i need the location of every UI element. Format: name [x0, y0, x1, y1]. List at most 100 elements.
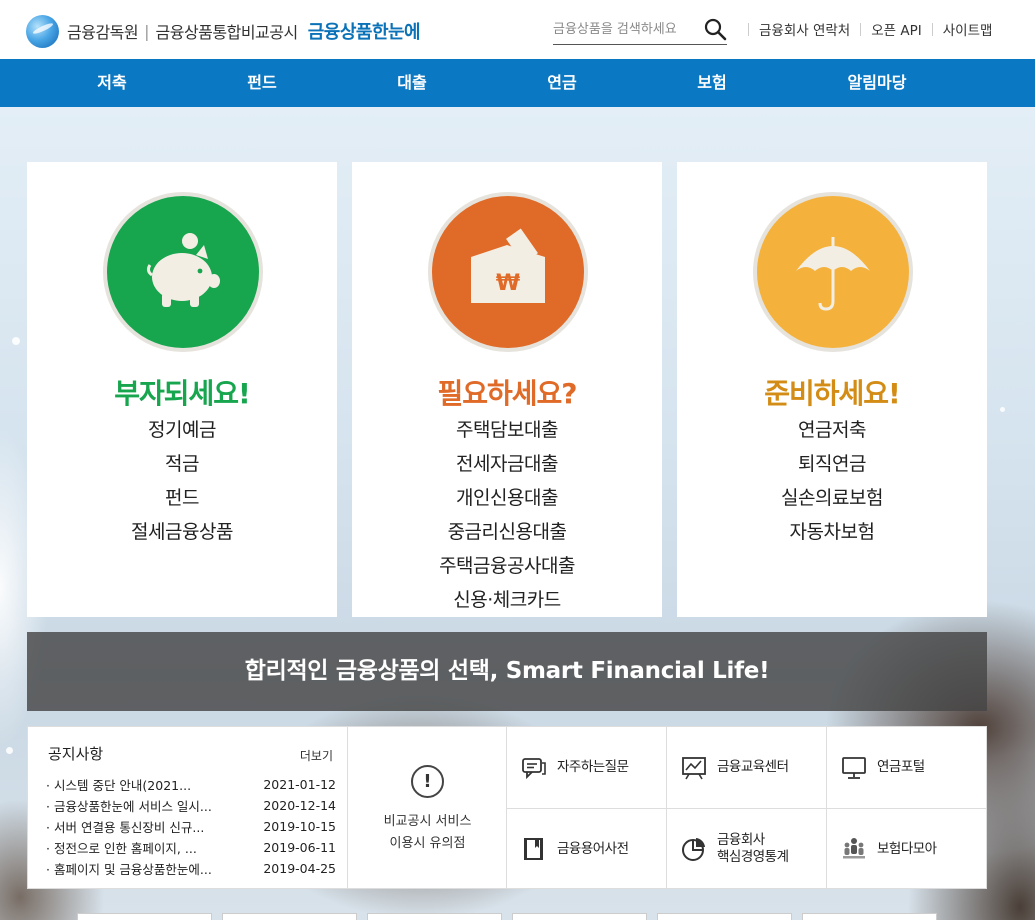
- card-loans-circle[interactable]: ₩: [428, 192, 588, 352]
- product-link[interactable]: 실손의료보험: [677, 481, 987, 515]
- sitemap-link[interactable]: 사이트맵: [943, 19, 993, 39]
- card-loans-title: 필요하세요?: [437, 377, 577, 410]
- service-name: 금융상품통합비교공시: [155, 23, 299, 42]
- utility-links: 금융회사 연락처 오픈 API 사이트맵: [738, 19, 992, 39]
- list-item: 서버 연결용 통신장비 신규... 2019-10-15: [46, 816, 336, 837]
- umbrella-icon: [796, 237, 870, 311]
- list-item: 금융상품한눈에 서비스 일시... 2020-12-14: [46, 795, 336, 816]
- chat-icon: [522, 757, 546, 779]
- chart-board-icon: [682, 756, 706, 779]
- partner-banner[interactable]: [657, 913, 792, 920]
- product-link[interactable]: 신용·체크카드: [352, 583, 662, 617]
- card-savings-circle[interactable]: [103, 192, 263, 352]
- notice-date: 2019-10-15: [263, 819, 336, 834]
- education-center-label: 금융교육센터: [717, 759, 789, 775]
- list-item: 정전으로 인한 홈페이지, ... 2019-06-11: [46, 837, 336, 858]
- service-caution-button[interactable]: ! 비교공시 서비스 이용시 유의점: [348, 727, 507, 888]
- faq-label: 자주하는질문: [557, 759, 629, 775]
- util-divider: [748, 22, 749, 36]
- partner-banner[interactable]: [222, 913, 357, 920]
- notice-link[interactable]: 서버 연결용 통신장비 신규...: [46, 817, 246, 836]
- main-nav: 저축 펀드 대출 연금 보험 알림마당: [0, 59, 1035, 107]
- product-link[interactable]: 중금리신용대출: [352, 515, 662, 549]
- glossary-label: 금융용어사전: [557, 840, 629, 857]
- nav-savings[interactable]: 저축: [52, 59, 172, 107]
- site-logo[interactable]: 금융감독원 | 금융상품통합비교공시 금융상품한눈에: [26, 14, 421, 48]
- people-icon: [843, 838, 865, 859]
- notice-title: 공지사항: [48, 745, 104, 763]
- nav-funds[interactable]: 펀드: [202, 59, 322, 107]
- svg-text:₩: ₩: [496, 271, 520, 296]
- bottom-panel: 공지사항 더보기 시스템 중단 안내(2021... 2021-01-12 금융상…: [27, 726, 987, 889]
- product-link[interactable]: 펀드: [27, 481, 337, 515]
- search-box: [553, 14, 727, 45]
- piggy-bank-icon: [146, 233, 220, 307]
- service-caution-line-1: 비교공시 서비스: [383, 814, 472, 829]
- card-pension: 준비하세요! 연금저축 퇴직연금 실손의료보험 자동차보험: [677, 162, 987, 617]
- nav-insurance[interactable]: 보험: [652, 59, 772, 107]
- notice-date: 2020-12-14: [263, 798, 336, 813]
- product-link[interactable]: 정기예금: [27, 413, 337, 447]
- search-input[interactable]: [553, 21, 693, 37]
- management-stats-line-1: 금융회사: [717, 832, 765, 848]
- glossary-button[interactable]: 금융용어사전: [507, 808, 667, 889]
- top-header: 금융감독원 | 금융상품통합비교공시 금융상품한눈에 금융회사 연락처 오픈 A…: [0, 0, 1035, 59]
- util-divider: [860, 22, 862, 36]
- logo-divider: |: [144, 21, 150, 41]
- product-link[interactable]: 주택금융공사대출: [352, 549, 662, 583]
- pension-portal-button[interactable]: 연금포털: [827, 727, 987, 808]
- org-name: 금융감독원: [67, 23, 139, 42]
- card-pension-title: 준비하세요!: [764, 377, 901, 410]
- card-pension-circle[interactable]: [753, 192, 913, 352]
- product-link[interactable]: 개인신용대출: [352, 481, 662, 515]
- product-link[interactable]: 연금저축: [677, 413, 987, 447]
- partner-banner[interactable]: [512, 913, 647, 920]
- notice-link[interactable]: 시스템 중단 안내(2021...: [46, 775, 246, 794]
- notice-list: 시스템 중단 안내(2021... 2021-01-12 금융상품한눈에 서비스 …: [46, 774, 336, 879]
- fss-logo-icon: [26, 14, 59, 48]
- notice-date: 2019-04-25: [263, 861, 336, 876]
- nav-notice-board[interactable]: 알림마당: [817, 59, 937, 107]
- partner-banner[interactable]: [802, 913, 937, 920]
- management-stats-label: 금융회사 핵심경영통계: [717, 832, 789, 866]
- more-link[interactable]: 더보기: [300, 747, 333, 764]
- exclamation-icon: !: [411, 765, 444, 798]
- nav-loans[interactable]: 대출: [352, 59, 472, 107]
- snowflake: [6, 747, 13, 754]
- card-loans: ₩ 필요하세요? 주택담보대출 전세자금대출 개인신용대출 중금리신용대출 주택…: [352, 162, 662, 617]
- pension-portal-label: 연금포털: [877, 759, 925, 775]
- insurance-damoa-button[interactable]: 보험다모아: [827, 808, 987, 889]
- product-link[interactable]: 적금: [27, 447, 337, 481]
- education-center-button[interactable]: 금융교육센터: [667, 727, 827, 808]
- product-link[interactable]: 주택담보대출: [352, 413, 662, 447]
- product-link[interactable]: 전세자금대출: [352, 447, 662, 481]
- notice-link[interactable]: 홈페이지 및 금융상품한눈에...: [46, 859, 246, 878]
- monitor-icon: [842, 756, 866, 779]
- product-link[interactable]: 절세금융상품: [27, 515, 337, 549]
- brand-name: 금융상품한눈에: [307, 22, 421, 43]
- notice-link[interactable]: 금융상품한눈에 서비스 일시...: [46, 796, 246, 815]
- product-link[interactable]: 자동차보험: [677, 515, 987, 549]
- nav-pension[interactable]: 연금: [502, 59, 622, 107]
- won-envelope-icon: ₩: [471, 228, 545, 303]
- notice-date: 2021-01-12: [263, 777, 336, 792]
- card-pension-list: 연금저축 퇴직연금 실손의료보험 자동차보험: [677, 413, 987, 549]
- management-stats-button[interactable]: 금융회사 핵심경영통계: [667, 808, 827, 889]
- list-item: 홈페이지 및 금융상품한눈에... 2019-04-25: [46, 858, 336, 879]
- util-divider: [931, 22, 933, 36]
- partner-banner[interactable]: [77, 913, 212, 920]
- notice-board: 공지사항 더보기 시스템 중단 안내(2021... 2021-01-12 금융상…: [28, 727, 348, 888]
- faq-button[interactable]: 자주하는질문: [507, 727, 667, 808]
- snowflake: [1000, 407, 1005, 412]
- partner-banner[interactable]: [367, 913, 502, 920]
- book-icon: [524, 838, 543, 860]
- open-api-link[interactable]: 오픈 API: [871, 19, 922, 39]
- company-contacts-link[interactable]: 금융회사 연락처: [759, 19, 850, 39]
- list-item: 시스템 중단 안내(2021... 2021-01-12: [46, 774, 336, 795]
- card-savings-title: 부자되세요!: [114, 377, 251, 410]
- notice-link[interactable]: 정전으로 인한 홈페이지, ...: [46, 838, 246, 857]
- search-icon[interactable]: [703, 17, 727, 41]
- service-caution-line-2: 이용시 유의점: [389, 836, 466, 851]
- card-loans-list: 주택담보대출 전세자금대출 개인신용대출 중금리신용대출 주택금융공사대출 신용…: [352, 413, 662, 617]
- product-link[interactable]: 퇴직연금: [677, 447, 987, 481]
